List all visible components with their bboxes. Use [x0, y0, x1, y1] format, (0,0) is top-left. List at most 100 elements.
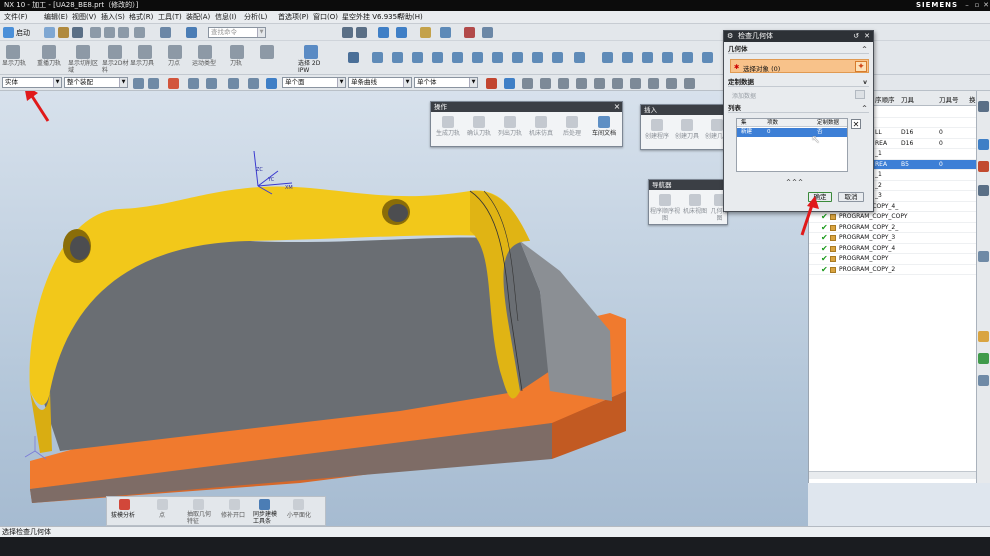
menu-preferences[interactable]: 首选项(P)	[278, 12, 309, 23]
toolpath-icon[interactable]	[230, 45, 244, 59]
generate-toolpath-button[interactable]: 生成刀轨	[433, 116, 463, 137]
replay-toolpath-icon[interactable]	[42, 45, 56, 59]
col-tool-number[interactable]: 刀具号	[939, 94, 959, 104]
sync-modeling-label[interactable]: 同步建模工具条	[253, 511, 281, 525]
col-name[interactable]: 序顺序	[875, 94, 895, 104]
material-icon[interactable]	[622, 52, 633, 63]
draft-analysis-label[interactable]: 拔模分析	[111, 512, 135, 519]
rotate-icon[interactable]	[372, 52, 383, 63]
close-button[interactable]: ✕	[981, 1, 990, 10]
custom-data-section-header[interactable]: 定制数据 v	[728, 78, 869, 87]
resource-icon-8[interactable]	[978, 375, 989, 386]
menu-insert[interactable]: 插入(S)	[101, 12, 125, 23]
display-tool-icon[interactable]	[138, 45, 152, 59]
collapse-icon[interactable]: ^^^	[786, 179, 804, 186]
arrow-icon[interactable]	[504, 78, 515, 89]
snap-icon[interactable]	[440, 27, 451, 38]
cut-icon[interactable]	[90, 27, 101, 38]
set-list[interactable]: 集 项数 定制数据 新建 0 否 ↖	[736, 118, 848, 172]
edges-icon[interactable]	[512, 52, 523, 63]
paste-icon[interactable]	[118, 27, 129, 38]
type-filter-select[interactable]: 实体 ▼	[2, 77, 62, 88]
analyze-icon[interactable]	[464, 27, 475, 38]
open-icon[interactable]	[58, 27, 69, 38]
table-row[interactable]: ✔ PROGRAM_COPY_2_	[809, 223, 977, 233]
menu-help[interactable]: 帮助(H)	[398, 12, 423, 23]
orient-icon[interactable]	[378, 27, 389, 38]
start-button[interactable]: 启动	[16, 28, 30, 38]
assembly-scope-select[interactable]: 整个装配 ▼	[64, 77, 128, 88]
resource-icon-3[interactable]	[978, 161, 989, 172]
display-cut-area-icon[interactable]	[76, 45, 90, 59]
snap-point-icon[interactable]	[486, 78, 497, 89]
fit-icon[interactable]	[432, 52, 443, 63]
body-icon[interactable]	[266, 78, 277, 89]
postprocess-button[interactable]: 后处理	[557, 116, 587, 137]
layer-icon[interactable]	[574, 52, 585, 63]
undo-icon[interactable]	[160, 27, 171, 38]
table-row[interactable]: ✔ PROGRAM_COPY_2	[809, 265, 977, 275]
machine-view-button[interactable]: 机床视图	[680, 194, 710, 215]
feature-icon[interactable]	[228, 78, 239, 89]
quadrant-icon[interactable]	[612, 78, 623, 89]
shaded-icon[interactable]	[472, 52, 483, 63]
wireframe-icon[interactable]	[492, 52, 503, 63]
create-tool-button[interactable]: 创建刀具	[672, 119, 702, 140]
command-search-input[interactable]: 查找命令 ▼	[208, 27, 266, 38]
copy-icon[interactable]	[104, 27, 115, 38]
section-icon[interactable]	[452, 52, 463, 63]
shop-doc-button[interactable]: 车间文档	[589, 116, 619, 137]
window-icon[interactable]	[186, 27, 197, 38]
resource-icon-7[interactable]	[978, 353, 989, 364]
face-rule-select[interactable]: 单个面 ▼	[282, 77, 346, 88]
settings-icon[interactable]: ⚙	[727, 31, 733, 42]
save-icon[interactable]	[72, 27, 83, 38]
extract-geometry-icon[interactable]	[193, 499, 204, 510]
layout-icon[interactable]	[356, 27, 367, 38]
menu-edit[interactable]: 编辑(E)	[44, 12, 68, 23]
box-select-icon[interactable]	[206, 78, 217, 89]
minimize-button[interactable]: –	[962, 1, 972, 10]
grid-icon[interactable]	[482, 27, 493, 38]
control-point-icon[interactable]	[558, 78, 569, 89]
body-rule-select[interactable]: 单个体 ▼	[414, 77, 478, 88]
table-row[interactable]: ✔ PROGRAM_COPY	[809, 254, 977, 265]
hidden-icon[interactable]	[532, 52, 543, 63]
menu-info[interactable]: 信息(I)	[215, 12, 237, 23]
table-row[interactable]: ✔ PROGRAM_COPY_COPY	[809, 212, 977, 223]
menu-view[interactable]: 视图(V)	[72, 12, 96, 23]
menu-format[interactable]: 格式(R)	[129, 12, 153, 23]
studio-icon[interactable]	[602, 52, 613, 63]
dialog-close-icon[interactable]: ✕	[864, 31, 870, 42]
sync-modeling-icon[interactable]	[259, 499, 270, 510]
component-icon[interactable]	[248, 78, 259, 89]
add-data-icon[interactable]	[855, 90, 865, 99]
list-row-selected[interactable]: 新建 0 否	[737, 128, 847, 137]
curve-rule-select[interactable]: 单条曲线 ▼	[348, 77, 412, 88]
machine-simulation-button[interactable]: 机床仿真	[526, 116, 556, 137]
lasso-icon[interactable]	[188, 78, 199, 89]
menu-assembly[interactable]: 装配(A)	[186, 12, 210, 23]
endpoint-icon[interactable]	[522, 78, 533, 89]
select-object-icon[interactable]: ✦	[855, 61, 867, 72]
midpoint-icon[interactable]	[540, 78, 551, 89]
add-data-label[interactable]: 添加数据	[732, 91, 756, 100]
resource-icon-6[interactable]	[978, 331, 989, 342]
display-toolpath-icon[interactable]	[6, 45, 20, 59]
delete-icon[interactable]	[134, 27, 145, 38]
display-2d-material-icon[interactable]	[108, 45, 122, 59]
select-2d-ipw-icon[interactable]	[304, 45, 318, 59]
select-all-icon[interactable]	[148, 78, 159, 89]
table-row[interactable]: ✔ PROGRAM_COPY_4	[809, 244, 977, 254]
existing-point-icon[interactable]	[630, 78, 641, 89]
bounded-grid-icon[interactable]	[684, 78, 695, 89]
resource-icon-2[interactable]	[978, 139, 989, 150]
light-icon[interactable]	[642, 52, 653, 63]
tool-center-icon[interactable]	[168, 45, 182, 59]
resource-icon-4[interactable]	[978, 185, 989, 196]
patch-opening-label[interactable]: 修补开口	[221, 512, 245, 519]
navigator-scrollbar[interactable]	[809, 471, 977, 479]
select-object-row[interactable]: ✱ 选择对象 (0) ✦	[730, 59, 869, 73]
col-change[interactable]: 换	[969, 94, 976, 104]
wcs-icon[interactable]	[348, 52, 359, 63]
